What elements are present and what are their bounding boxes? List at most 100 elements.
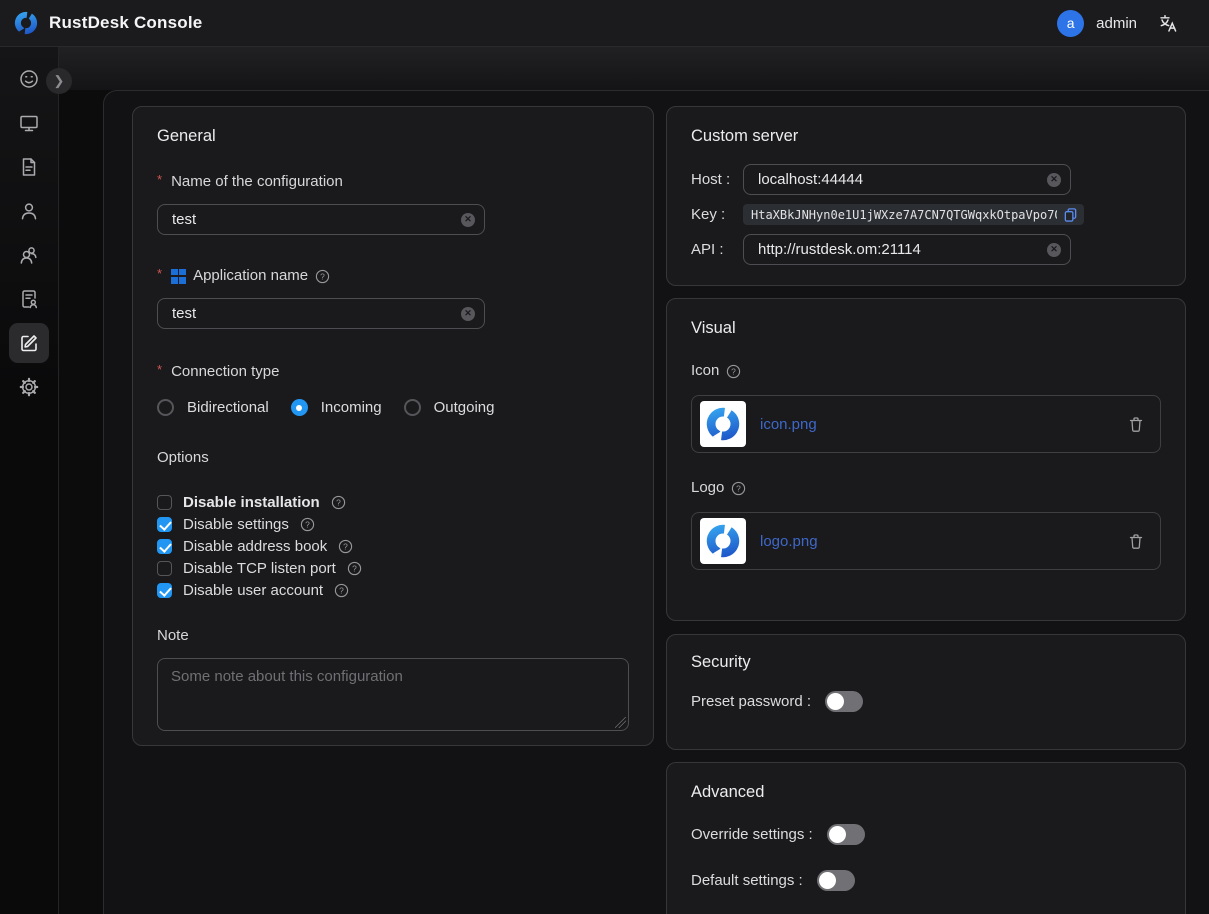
sidebar-item-settings[interactable] bbox=[9, 367, 49, 407]
content-sheet: General * Name of the configuration ✕ * … bbox=[103, 90, 1209, 914]
toolbar-band bbox=[59, 47, 1209, 90]
sidebar-item-groups[interactable] bbox=[9, 235, 49, 275]
avatar[interactable]: a bbox=[1057, 10, 1084, 37]
document-icon bbox=[18, 156, 40, 178]
svg-text:?: ? bbox=[352, 563, 357, 573]
sidebar-item-users[interactable] bbox=[9, 191, 49, 231]
copy-icon[interactable] bbox=[1063, 207, 1078, 222]
radio-dot bbox=[404, 399, 421, 416]
general-card: General * Name of the configuration ✕ * … bbox=[132, 106, 654, 746]
users-group-icon bbox=[18, 244, 40, 266]
custom-server-card: Custom server Host : ✕ Key : HtaXBkJNHyn… bbox=[666, 106, 1186, 286]
svg-text:?: ? bbox=[336, 497, 341, 507]
brand: RustDesk Console bbox=[0, 10, 202, 36]
document-user-icon bbox=[18, 288, 40, 310]
help-icon[interactable]: ? bbox=[300, 517, 315, 532]
override-settings-toggle[interactable] bbox=[827, 824, 865, 845]
key-value-chip: HtaXBkJNHyn0e1U1jWXze7A7CN7QTGWqxkOtpaVp… bbox=[743, 204, 1084, 225]
clear-icon[interactable]: ✕ bbox=[1047, 173, 1061, 187]
checkbox bbox=[157, 495, 172, 510]
logo-file-link[interactable]: logo.png bbox=[760, 533, 818, 550]
help-icon[interactable]: ? bbox=[338, 539, 353, 554]
logo-upload-label: Logo ? bbox=[691, 479, 1161, 497]
radio-dot bbox=[291, 399, 308, 416]
preset-password-toggle[interactable] bbox=[825, 691, 863, 712]
sidebar-item-audit[interactable] bbox=[9, 279, 49, 319]
sidebar-item-dashboard[interactable] bbox=[9, 59, 49, 99]
default-settings-label: Default settings : bbox=[691, 872, 803, 889]
clear-icon[interactable]: ✕ bbox=[461, 213, 475, 227]
checkbox bbox=[157, 583, 172, 598]
radio-bidirectional[interactable]: Bidirectional bbox=[157, 399, 269, 416]
sidebar-item-logs[interactable] bbox=[9, 147, 49, 187]
app-header: RustDesk Console a admin bbox=[0, 0, 1209, 47]
checkbox-disable-installation[interactable]: Disable installation ? bbox=[157, 491, 629, 513]
options-list: Disable installation ? Disable settings … bbox=[157, 491, 629, 601]
note-textarea[interactable] bbox=[157, 658, 629, 731]
host-field: ✕ bbox=[743, 164, 1071, 195]
api-field: ✕ bbox=[743, 234, 1071, 265]
account-menu[interactable]: a admin bbox=[1057, 10, 1137, 37]
svg-text:?: ? bbox=[339, 585, 344, 595]
help-icon[interactable]: ? bbox=[731, 481, 746, 496]
override-settings-label: Override settings : bbox=[691, 826, 813, 843]
note-label: Note bbox=[157, 627, 629, 645]
help-icon[interactable]: ? bbox=[347, 561, 362, 576]
advanced-title: Advanced bbox=[691, 781, 1161, 803]
clear-icon[interactable]: ✕ bbox=[461, 307, 475, 321]
radio-incoming[interactable]: Incoming bbox=[291, 399, 382, 416]
custom-server-title: Custom server bbox=[691, 125, 1161, 147]
help-icon[interactable]: ? bbox=[726, 364, 741, 379]
radio-outgoing[interactable]: Outgoing bbox=[404, 399, 495, 416]
app-title: RustDesk Console bbox=[49, 13, 202, 33]
connection-type-group: Bidirectional Incoming Outgoing bbox=[157, 399, 629, 416]
checkbox-disable-settings[interactable]: Disable settings ? bbox=[157, 513, 629, 535]
trash-icon[interactable] bbox=[1128, 416, 1144, 433]
icon-upload-label: Icon ? bbox=[691, 362, 1161, 380]
advanced-card: Advanced Override settings : Default set… bbox=[666, 762, 1186, 914]
visual-title: Visual bbox=[691, 317, 1161, 339]
radio-dot bbox=[157, 399, 174, 416]
sidebar-collapse-button[interactable]: ❯ bbox=[46, 68, 72, 94]
edit-square-icon bbox=[18, 332, 40, 354]
checkbox bbox=[157, 561, 172, 576]
api-input[interactable] bbox=[758, 241, 1047, 258]
host-input[interactable] bbox=[758, 171, 1047, 188]
app-name-input[interactable] bbox=[172, 305, 461, 322]
windows-logo-icon bbox=[171, 269, 186, 284]
checkbox-disable-tcp-listen-port[interactable]: Disable TCP listen port ? bbox=[157, 557, 629, 579]
config-name-input[interactable] bbox=[172, 211, 461, 228]
connection-type-label: * Connection type bbox=[157, 363, 629, 381]
app-name-label: * Application name ? bbox=[157, 267, 629, 285]
icon-thumbnail bbox=[700, 401, 746, 447]
rustdesk-logo-icon bbox=[13, 10, 39, 36]
security-title: Security bbox=[691, 651, 1161, 673]
preset-password-label: Preset password : bbox=[691, 693, 811, 710]
checkbox-disable-user-account[interactable]: Disable user account ? bbox=[157, 579, 629, 601]
api-label: API : bbox=[691, 241, 743, 258]
logo-thumbnail bbox=[700, 518, 746, 564]
svg-text:?: ? bbox=[343, 541, 348, 551]
logo-upload-item: logo.png bbox=[691, 512, 1161, 570]
clear-icon[interactable]: ✕ bbox=[1047, 243, 1061, 257]
host-label: Host : bbox=[691, 171, 743, 188]
sidebar-item-devices[interactable] bbox=[9, 103, 49, 143]
help-icon[interactable]: ? bbox=[315, 269, 330, 284]
sidebar bbox=[0, 47, 59, 914]
smiley-icon bbox=[18, 68, 40, 90]
checkbox-disable-address-book[interactable]: Disable address book ? bbox=[157, 535, 629, 557]
security-card: Security Preset password : bbox=[666, 634, 1186, 750]
key-label: Key : bbox=[691, 206, 743, 223]
translate-icon[interactable] bbox=[1155, 10, 1181, 36]
svg-text:?: ? bbox=[305, 519, 310, 529]
key-value: HtaXBkJNHyn0e1U1jWXze7A7CN7QTGWqxkOtpaVp… bbox=[751, 208, 1057, 222]
help-icon[interactable]: ? bbox=[334, 583, 349, 598]
default-settings-toggle[interactable] bbox=[817, 870, 855, 891]
gear-icon bbox=[18, 376, 40, 398]
monitor-icon bbox=[18, 112, 40, 134]
sidebar-item-custom-client[interactable] bbox=[9, 323, 49, 363]
username: admin bbox=[1096, 15, 1137, 32]
icon-file-link[interactable]: icon.png bbox=[760, 416, 817, 433]
help-icon[interactable]: ? bbox=[331, 495, 346, 510]
trash-icon[interactable] bbox=[1128, 533, 1144, 550]
